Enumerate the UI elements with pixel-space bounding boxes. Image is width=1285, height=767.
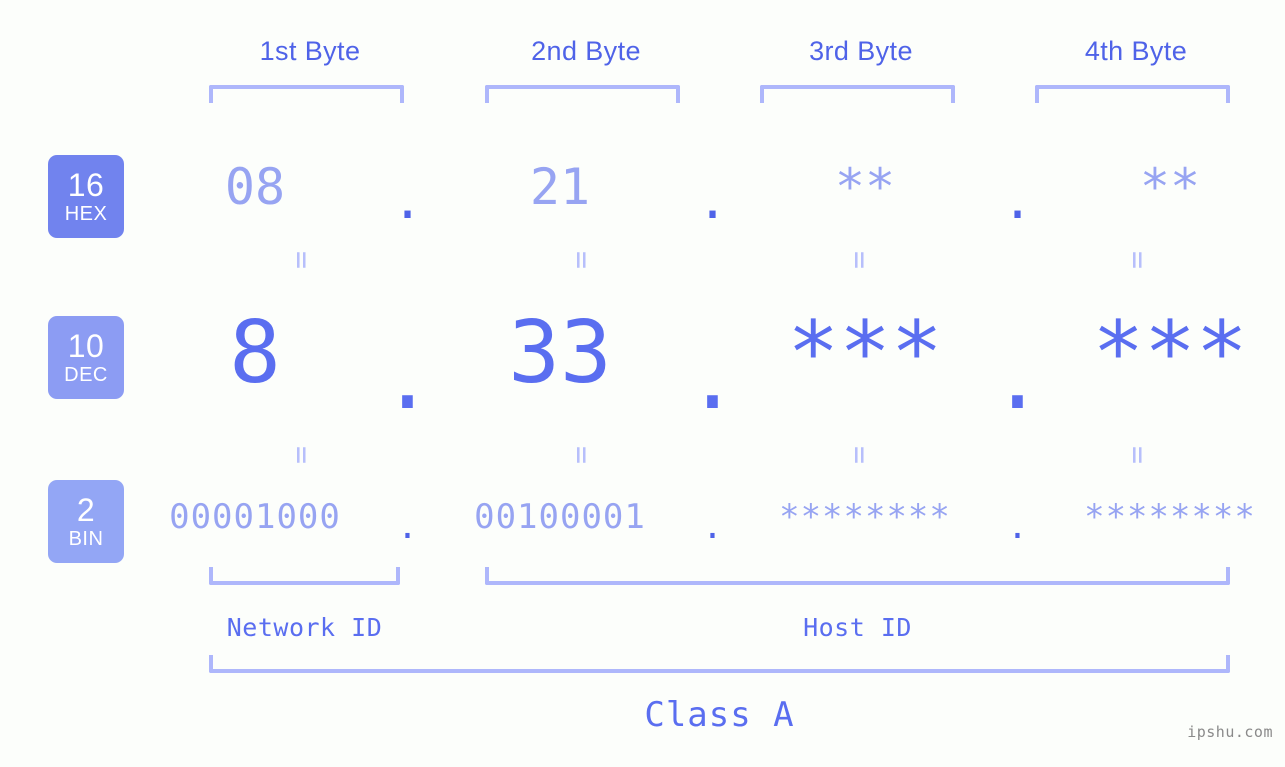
host-id-label: Host ID [803,613,912,642]
bin-separator-3: . [1007,507,1028,547]
host-id-bracket [485,567,1230,585]
hex-byte-2: 21 [529,158,591,216]
dec-separator-3: . [991,329,1044,429]
dec-byte-1: 8 [229,303,281,403]
hex-separator-3: . [1002,172,1033,230]
bin-byte-2: 00100001 [474,497,646,537]
class-label: Class A [644,695,795,735]
equals-marker-hex-dec-4: = [1120,250,1155,270]
equals-marker-dec-bin-1: = [284,445,319,465]
hex-byte-1: 08 [224,158,286,216]
radix-badge-bin-number: 2 [76,492,96,528]
equals-marker-hex-dec-3: = [842,250,877,270]
bin-value-row: 00001000 . 00100001 . ******** . *******… [140,493,1285,547]
radix-badge-dec-tag: DEC [64,364,108,386]
byte-header-1: 1st Byte [259,36,361,66]
byte-header-4: 4th Byte [1084,36,1188,66]
network-id-bracket [209,567,400,585]
radix-badge-hex-tag: HEX [64,203,108,225]
bin-separator-1: . [397,507,418,547]
byte-header-3: 3rd Byte [809,36,913,66]
class-bracket [209,655,1230,673]
hex-separator-2: . [697,172,728,230]
dec-byte-4: *** [1092,303,1248,403]
hex-byte-4: ** [1139,158,1201,216]
byte-bracket-top-4 [1035,85,1230,103]
dec-value-row: 8 . 33 . *** . *** [140,300,1285,422]
radix-badge-dec: 10 DEC [48,316,124,399]
bin-byte-4: ******** [1084,497,1256,537]
dec-separator-1: . [381,329,434,429]
watermark: ipshu.com [1187,723,1273,741]
byte-bracket-top-3 [760,85,955,103]
radix-badge-bin: 2 BIN [48,480,124,563]
byte-bracket-top-1 [209,85,404,103]
radix-badge-hex: 16 HEX [48,155,124,238]
hex-byte-3: ** [834,158,896,216]
dec-separator-2: . [686,329,739,429]
radix-badge-hex-number: 16 [67,167,105,203]
equals-marker-dec-bin-3: = [842,445,877,465]
byte-bracket-top-2 [485,85,680,103]
bin-separator-2: . [702,507,723,547]
dec-byte-3: *** [787,303,943,403]
equals-marker-hex-dec-1: = [284,250,319,270]
equals-marker-dec-bin-4: = [1120,445,1155,465]
bin-byte-1: 00001000 [169,497,341,537]
radix-badge-dec-number: 10 [67,328,105,364]
ip-address-breakdown-diagram: 1st Byte 2nd Byte 3rd Byte 4th Byte 16 H… [0,0,1285,767]
hex-value-row: 08 . 21 . ** . ** [140,150,1285,230]
hex-separator-1: . [392,172,423,230]
byte-header-2: 2nd Byte [531,36,641,66]
equals-marker-hex-dec-2: = [564,250,599,270]
network-id-label: Network ID [226,613,383,642]
bin-byte-3: ******** [779,497,951,537]
equals-marker-dec-bin-2: = [564,445,599,465]
dec-byte-2: 33 [508,303,612,403]
radix-badge-bin-tag: BIN [68,528,104,550]
